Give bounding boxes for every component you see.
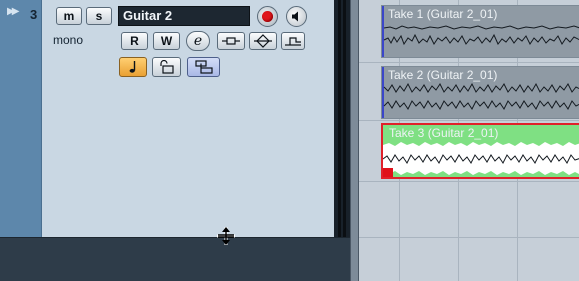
waveform (383, 142, 579, 175)
record-enable-button[interactable] (257, 6, 278, 27)
read-automation-button[interactable]: R (121, 32, 148, 50)
track-number: 3 (30, 7, 38, 22)
track-color-strip[interactable]: ▶▶ 3 (0, 0, 42, 237)
waveform (383, 82, 579, 110)
meter-gap (334, 0, 350, 237)
mute-button[interactable]: m (56, 7, 82, 25)
lane-divider (359, 181, 579, 182)
empty-track-area[interactable] (0, 237, 350, 281)
lane-divider (359, 120, 579, 121)
edit-channel-button[interactable]: e (186, 31, 210, 51)
record-icon (262, 11, 273, 22)
monitor-button[interactable] (286, 6, 307, 27)
solo-button[interactable]: s (86, 7, 112, 25)
bypass-eq-button[interactable] (249, 32, 277, 50)
channel-mode-label: mono (53, 33, 84, 47)
level-meter-left (338, 0, 341, 237)
track-list-splitter[interactable] (350, 0, 359, 281)
resize-vertical-cursor-icon (217, 227, 235, 245)
lane-divider (359, 62, 579, 63)
take-event-1[interactable]: Take 1 (Guitar 2_01) (381, 5, 579, 58)
write-automation-button[interactable]: W (153, 32, 180, 50)
note-icon (129, 61, 136, 73)
inserts-bypass-icon (222, 37, 240, 45)
waveform (383, 25, 579, 46)
level-meter-right (343, 0, 346, 237)
track-name-field[interactable]: Guitar 2 (118, 6, 250, 26)
bypass-sends-button[interactable] (281, 32, 305, 50)
expand-toggle-icon[interactable]: ▶▶ (7, 7, 21, 17)
eq-bypass-icon (254, 34, 272, 48)
padlock-icon (159, 60, 174, 74)
track-divider (359, 237, 579, 238)
musical-timebase-button[interactable] (119, 57, 147, 77)
speaker-icon (292, 11, 298, 22)
lock-button[interactable] (152, 57, 181, 77)
lanes-icon (194, 60, 213, 74)
track-list: ▶▶ 3 m s Guitar 2 mono R W e (0, 0, 350, 281)
bypass-inserts-button[interactable] (217, 32, 245, 50)
take-selection-marker[interactable] (383, 168, 393, 177)
sends-bypass-icon (285, 37, 301, 46)
take-event-2[interactable]: Take 2 (Guitar 2_01) (381, 66, 579, 119)
lane-display-button[interactable] (187, 57, 220, 77)
take-event-3-selected[interactable]: Take 3 (Guitar 2_01) (381, 123, 579, 179)
